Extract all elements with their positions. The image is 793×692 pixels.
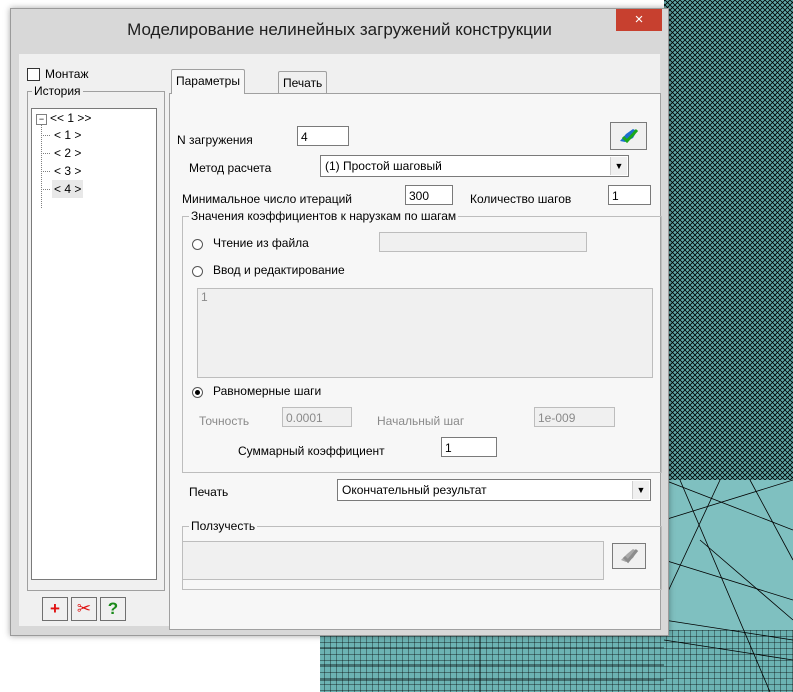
apply-button[interactable]	[610, 122, 647, 150]
tree-item-3[interactable]: < 3 >	[54, 162, 81, 180]
dialog-client-area: Монтаж История − << 1 >> < 1 > < 2 > < 3…	[19, 54, 662, 630]
radio-uniform-steps[interactable]	[192, 387, 203, 398]
tab-label: Печать	[283, 76, 323, 90]
total-coefficient-input[interactable]: 1	[441, 437, 497, 457]
delete-button[interactable]: ✂	[71, 597, 97, 621]
n-loading-input[interactable]: 4	[297, 126, 349, 146]
radio-manual-input[interactable]	[192, 266, 203, 277]
help-button[interactable]: ?	[100, 597, 126, 621]
tab-print[interactable]: Печать	[278, 71, 328, 94]
question-icon: ?	[107, 599, 119, 618]
tree-item-4[interactable]: < 4 >	[52, 180, 84, 198]
tree-connector	[41, 135, 50, 136]
tree-item-1[interactable]: < 1 >	[54, 126, 81, 144]
radio-read-file[interactable]	[192, 239, 203, 250]
tree-item-2[interactable]: < 2 >	[54, 144, 81, 162]
chevron-down-icon[interactable]: ▼	[610, 157, 627, 175]
radio-uniform-steps-label: Равномерные шаги	[213, 384, 322, 398]
tree-item-label: << 1 >>	[50, 111, 92, 125]
n-loading-label: N загружения	[177, 133, 253, 147]
method-select[interactable]: (1) Простой шаговый ▼	[320, 155, 629, 177]
tree-item-label: < 3 >	[54, 164, 82, 178]
history-label: История	[32, 84, 83, 98]
scissors-icon: ✂	[76, 599, 92, 618]
print-select[interactable]: Окончательный результат ▼	[337, 479, 651, 501]
start-step-label: Начальный шаг	[377, 414, 465, 428]
tab-parameters[interactable]: Параметры	[171, 69, 245, 94]
tree-connector	[41, 153, 50, 154]
print-value: Окончательный результат	[342, 483, 487, 497]
radio-manual-input-label: Ввод и редактирование	[213, 263, 345, 277]
checkmark-icon	[621, 549, 639, 564]
close-button[interactable]: ×	[616, 9, 662, 31]
window-title: Моделирование нелинейных загружений конс…	[127, 20, 552, 39]
add-button[interactable]: +	[42, 597, 68, 621]
start-step-input[interactable]: 1e-009	[534, 407, 615, 427]
history-tree[interactable]: − << 1 >> < 1 > < 2 > < 3 > < 4 >	[31, 108, 157, 580]
montazh-checkbox[interactable]: Монтаж	[27, 66, 89, 82]
tree-connector	[41, 171, 50, 172]
method-value: (1) Простой шаговый	[325, 159, 442, 173]
tree-item-label: < 1 >	[54, 128, 82, 142]
method-label: Метод расчета	[189, 161, 272, 175]
file-path-input[interactable]	[379, 232, 587, 252]
tree-connector	[41, 189, 50, 190]
creep-input[interactable]	[182, 541, 604, 580]
dialog-window: Моделирование нелинейных загружений конс…	[10, 8, 669, 636]
tree-item-root[interactable]: << 1 >>	[50, 109, 91, 127]
min-iterations-input[interactable]: 300	[405, 185, 453, 205]
checkmark-icon	[620, 128, 639, 144]
radio-read-file-label: Чтение из файла	[213, 236, 309, 250]
steps-count-input[interactable]: 1	[608, 185, 651, 205]
chevron-down-icon[interactable]: ▼	[632, 481, 649, 499]
coefficients-textarea[interactable]: 1	[197, 288, 653, 378]
min-iterations-label: Минимальное число итераций	[182, 192, 352, 206]
coefficients-group-label: Значения коэффициентов к нарузкам по шаг…	[189, 209, 459, 223]
title-bar[interactable]: Моделирование нелинейных загружений конс…	[11, 9, 668, 54]
creep-group-label: Ползучесть	[189, 519, 258, 533]
tab-label: Параметры	[176, 74, 240, 88]
total-coefficient-label: Суммарный коэффициент	[238, 444, 385, 458]
tree-connector	[41, 124, 42, 208]
accuracy-label: Точность	[199, 414, 250, 428]
accuracy-input[interactable]: 0.0001	[282, 407, 352, 427]
montazh-label: Монтаж	[45, 67, 89, 81]
steps-count-label: Количество шагов	[470, 192, 572, 206]
print-label: Печать	[189, 485, 229, 499]
checkbox-box[interactable]	[27, 67, 40, 81]
plus-icon: +	[50, 599, 60, 618]
tree-item-label: < 4 >	[54, 182, 82, 196]
close-icon: ×	[634, 11, 644, 28]
tree-item-label: < 2 >	[54, 146, 82, 160]
creep-apply-button[interactable]	[612, 543, 646, 569]
